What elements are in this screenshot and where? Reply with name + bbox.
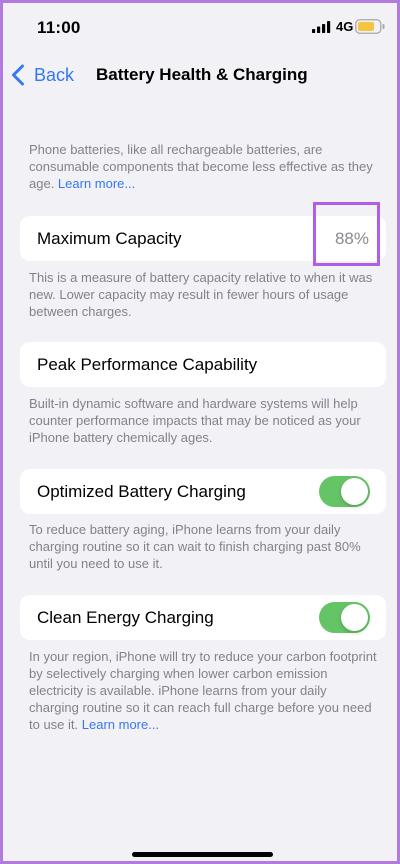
- optimized-charging-row: Optimized Battery Charging: [20, 469, 386, 514]
- optimized-charging-toggle[interactable]: [319, 476, 370, 507]
- learn-more-link[interactable]: Learn more...: [58, 176, 135, 191]
- clean-energy-toggle[interactable]: [319, 602, 370, 633]
- status-time: 11:00: [37, 18, 81, 37]
- clean-energy-label: Clean Energy Charging: [37, 607, 214, 627]
- back-button[interactable]: Back: [11, 61, 74, 89]
- optimized-charging-label: Optimized Battery Charging: [37, 481, 246, 501]
- peak-performance-row: Peak Performance Capability: [20, 342, 386, 387]
- toggle-knob: [341, 478, 368, 505]
- chevron-left-icon: [12, 64, 24, 86]
- clean-energy-note: In your region, iPhone will try to reduc…: [29, 648, 377, 733]
- peak-performance-label: Peak Performance Capability: [37, 354, 258, 374]
- page-title: Battery Health & Charging: [96, 65, 308, 84]
- toggle-knob: [341, 604, 368, 631]
- battery-icon: [355, 19, 385, 34]
- home-indicator[interactable]: [132, 852, 273, 857]
- highlight-annotation-box: [313, 202, 380, 266]
- back-button-label: Back: [34, 64, 75, 85]
- maximum-capacity-note: This is a measure of battery capacity re…: [29, 270, 373, 319]
- optimized-charging-note: To reduce battery aging, iPhone learns f…: [29, 522, 361, 571]
- learn-more-link[interactable]: Learn more...: [82, 717, 159, 732]
- network-type-label: 4G: [336, 19, 354, 34]
- intro-description: Phone batteries, like all rechargeable b…: [29, 141, 377, 192]
- maximum-capacity-label: Maximum Capacity: [37, 228, 182, 248]
- peak-performance-note: Built-in dynamic software and hardware s…: [29, 396, 361, 445]
- cellular-signal-icon: [312, 21, 331, 33]
- clean-energy-row: Clean Energy Charging: [20, 595, 386, 640]
